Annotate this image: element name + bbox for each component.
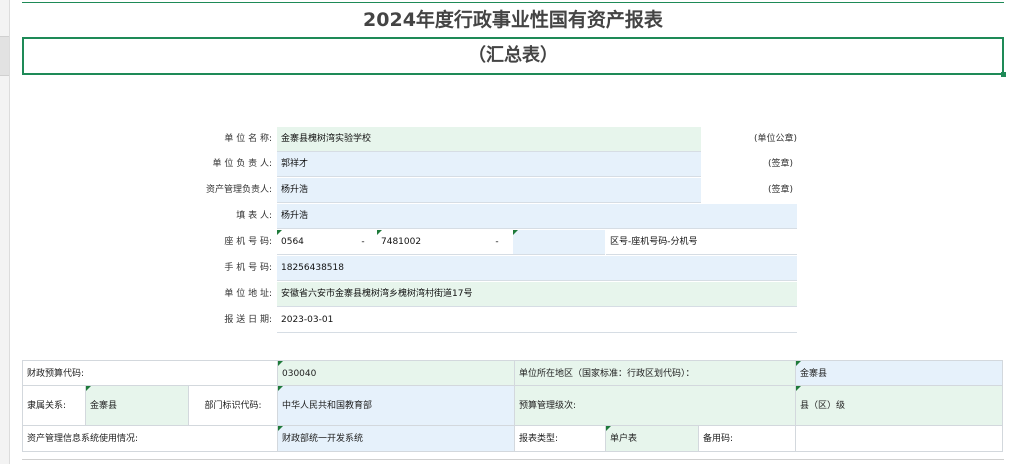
address-cell[interactable]: 安徽省六安市金寨县槐树湾乡槐树湾村街道17号 [277, 282, 797, 307]
budget-code-label: 财政预算代码: [22, 360, 278, 386]
sheet-subtitle: （汇总表） [468, 45, 558, 66]
affiliation-label: 隶属关系: [22, 385, 86, 426]
sheet-title: 2024年度行政事业性国有资产报表 [363, 9, 663, 31]
unit-seal-note: (单位公章) [753, 134, 797, 144]
asset-manager-cell[interactable]: 杨升浩 [277, 178, 701, 203]
selected-cell-subtitle[interactable]: （汇总表） [22, 37, 1006, 77]
leader-sign-note: (签章) [767, 159, 793, 169]
affiliation-cell[interactable]: 金寨县 [85, 385, 189, 426]
region-cell[interactable]: 金寨县 [795, 360, 1003, 386]
address-label: 单 位 地 址: [224, 289, 272, 299]
preparer-label: 填 表 人: [236, 211, 272, 221]
mobile-cell[interactable]: 18256438518 [277, 256, 797, 281]
unit-leader-cell[interactable]: 郭祥才 [277, 152, 701, 177]
dept-code-label: 部门标识代码: [188, 385, 278, 426]
row-header-selected [0, 36, 9, 76]
row-header-strip [0, 0, 10, 464]
region-label: 单位所在地区（国家标准：行政区划代码）： [514, 360, 796, 386]
manager-sign-note: (签章) [767, 185, 793, 195]
system-usage-label: 资产管理信息系统使用情况: [22, 425, 278, 452]
report-type-label: 报表类型: [514, 425, 606, 452]
phone-area-cell[interactable]: 0564 [277, 230, 349, 255]
preparer-cell[interactable]: 杨升浩 [277, 204, 797, 229]
bottom-border [22, 459, 1004, 460]
asset-manager-label: 资产管理负责人: [205, 185, 272, 195]
backup-code-label: 备用码: [698, 425, 796, 452]
phone-number-cell[interactable]: 7481002 [377, 230, 481, 255]
mobile-label: 手 机 号 码: [224, 263, 272, 273]
phone-dash-1: - [349, 230, 377, 255]
budget-code-cell[interactable]: 030040 [277, 360, 515, 386]
fill-handle[interactable] [1001, 72, 1006, 77]
date-label: 报 送 日 期: [224, 315, 272, 325]
dept-code-cell[interactable]: 中华人民共和国教育部 [277, 385, 515, 426]
phone-dash-2: - [481, 230, 513, 255]
date-cell[interactable]: 2023-03-01 [277, 308, 797, 333]
report-type-cell[interactable]: 单户表 [605, 425, 699, 452]
phone-ext-cell[interactable] [513, 230, 605, 255]
phone-label: 座 机 号 码: [224, 237, 272, 247]
top-border [22, 2, 1004, 3]
backup-code-cell[interactable] [795, 425, 1003, 452]
budget-level-label: 预算管理级次: [514, 385, 796, 426]
system-usage-cell[interactable]: 财政部统一开发系统 [277, 425, 515, 452]
info-grid: 财政预算代码: 030040 单位所在地区（国家标准：行政区划代码）： 金寨县 … [22, 360, 1003, 452]
unit-leader-label: 单 位 负 责 人: [212, 159, 272, 169]
unit-name-cell[interactable]: 金寨县槐树湾实验学校 [277, 127, 701, 152]
budget-level-cell[interactable]: 县（区）级 [795, 385, 1003, 426]
phone-format-hint: 区号-座机号码-分机号 [606, 230, 797, 255]
unit-name-label: 单 位 名 称: [224, 134, 272, 144]
